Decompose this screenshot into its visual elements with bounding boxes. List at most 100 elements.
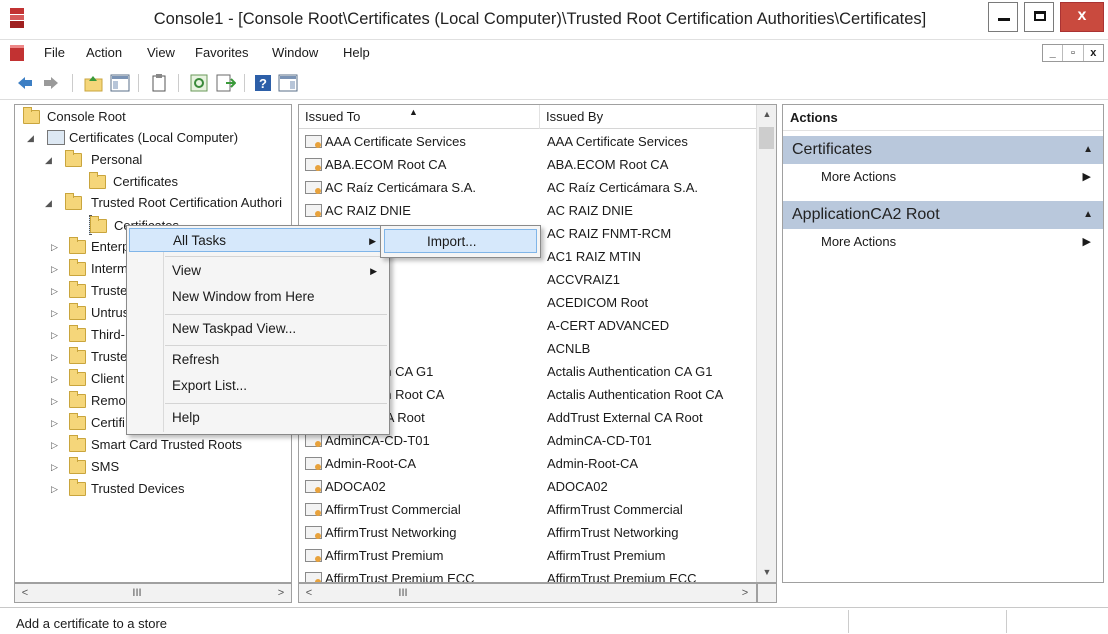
toolbar: ? (0, 66, 1108, 100)
expand-icon[interactable]: ▷ (51, 457, 61, 477)
mmc-app-icon[interactable] (10, 8, 24, 28)
menu-item-export-list[interactable]: Export List... (129, 374, 387, 398)
cell-issued-by: Actalis Authentication CA G1 (547, 364, 713, 379)
menu-item-label: All Tasks (173, 233, 227, 248)
maximize-button[interactable] (1024, 2, 1054, 32)
tree-label: Client (91, 371, 125, 386)
collapse-icon[interactable]: ◢ (45, 150, 55, 170)
scroll-down-arrow-icon[interactable]: ▼ (757, 567, 776, 577)
expand-icon[interactable]: ▷ (51, 281, 61, 301)
help-icon[interactable]: ? (254, 74, 272, 92)
menu-item-import[interactable]: Import... (384, 229, 537, 253)
properties-icon[interactable] (150, 74, 168, 92)
expand-icon[interactable]: ▷ (51, 325, 61, 345)
tree-horizontal-scrollbar[interactable]: < III > (14, 583, 292, 603)
scroll-right-arrow-icon[interactable]: > (273, 585, 289, 601)
actions-section-certificates[interactable]: Certificates ▲ (783, 136, 1103, 164)
expand-icon[interactable]: ▷ (51, 435, 61, 455)
more-actions-applicationca2-root[interactable]: More Actions ▶ (783, 230, 1103, 254)
expand-icon[interactable]: ▷ (51, 391, 61, 411)
table-row[interactable]: AAA Certificate Services AAA Certificate … (299, 130, 757, 153)
cell-issued-to: ADOCA02 (325, 479, 386, 494)
export-list-icon[interactable] (216, 74, 236, 92)
table-row[interactable]: ABA.ECOM Root CA ABA.ECOM Root CA (299, 153, 757, 176)
expand-icon[interactable]: ▷ (51, 259, 61, 279)
collapse-section-icon[interactable]: ▲ (1083, 201, 1093, 229)
more-actions-certificates[interactable]: More Actions ▶ (783, 165, 1103, 189)
actions-pane: Actions Certificates ▲ More Actions ▶ Ap… (782, 104, 1104, 583)
scroll-left-arrow-icon[interactable]: < (301, 585, 317, 601)
table-row[interactable]: AffirmTrust Networking AffirmTrust Networ… (299, 521, 757, 544)
status-bar: Add a certificate to a store (0, 607, 1108, 634)
expand-icon[interactable]: ▷ (51, 347, 61, 367)
scroll-right-arrow-icon[interactable]: > (737, 585, 753, 601)
toolbar-separator (72, 74, 73, 92)
up-folder-icon[interactable] (84, 74, 104, 92)
column-header-issued-to[interactable]: Issued To ▲ (299, 105, 539, 129)
all-tasks-submenu: Import... (380, 225, 541, 258)
scroll-left-arrow-icon[interactable]: < (17, 585, 33, 601)
section-title: Certificates (792, 141, 873, 158)
tree-item-trusted-root-certificates[interactable]: Certificates (89, 215, 179, 235)
cell-issued-by: A-CERT ADVANCED (547, 318, 670, 333)
mdi-minimize-button[interactable]: _ (1043, 45, 1064, 61)
menu-item-refresh[interactable]: Refresh (129, 348, 387, 372)
menu-separator (165, 314, 387, 315)
scroll-up-arrow-icon[interactable]: ▲ (757, 109, 776, 119)
menu-item-view[interactable]: View ▶ (129, 259, 387, 283)
tree-label: Certificates (113, 174, 179, 189)
collapse-section-icon[interactable]: ▲ (1083, 136, 1093, 164)
show-hide-tree-icon[interactable] (110, 74, 130, 92)
column-header-issued-by[interactable]: Issued By (540, 105, 756, 129)
close-button[interactable]: x (1060, 2, 1104, 32)
menu-help[interactable]: Help (343, 45, 370, 60)
scroll-thumb[interactable]: III (125, 585, 149, 601)
actions-section-applicationca2-root[interactable]: ApplicationCA2 Root ▲ (783, 201, 1103, 229)
table-row[interactable]: AffirmTrust Commercial AffirmTrust Commer… (299, 498, 757, 521)
list-horizontal-scrollbar[interactable]: < III > (298, 583, 757, 603)
folder-icon (89, 172, 106, 189)
menu-item-all-tasks[interactable]: All Tasks ▶ (129, 228, 387, 252)
back-icon[interactable] (16, 74, 34, 92)
menu-window[interactable]: Window (272, 45, 318, 60)
menu-file[interactable]: File (44, 45, 65, 60)
mdi-restore-button[interactable]: ▫ (1063, 45, 1084, 61)
table-row[interactable]: ADOCA02 ADOCA02 (299, 475, 757, 498)
table-row[interactable]: AffirmTrust Premium AffirmTrust Premium (299, 544, 757, 567)
action-label: More Actions (821, 234, 897, 249)
table-row[interactable]: Admin-Root-CA Admin-Root-CA (299, 452, 757, 475)
menu-item-new-taskpad-view[interactable]: New Taskpad View... (129, 317, 387, 341)
mdi-close-button[interactable]: x (1084, 45, 1103, 61)
table-row[interactable]: AC RAIZ DNIE AC RAIZ DNIE (299, 199, 757, 222)
expand-icon[interactable]: ▷ (51, 237, 61, 257)
certificate-icon (305, 503, 322, 516)
table-row[interactable]: AffirmTrust Premium ECC AffirmTrust Premi… (299, 567, 757, 582)
expand-icon[interactable]: ▷ (51, 413, 61, 433)
expand-icon[interactable]: ▷ (51, 303, 61, 323)
menu-action[interactable]: Action (86, 45, 122, 60)
expand-icon[interactable]: ▷ (51, 369, 61, 389)
menu-favorites[interactable]: Favorites (195, 45, 248, 60)
console-menu-icon[interactable] (10, 45, 24, 61)
tree-label: Certificates (Local Computer) (69, 130, 239, 145)
certificate-icon (305, 434, 322, 447)
scroll-thumb[interactable] (759, 127, 774, 149)
maximize-icon (1034, 11, 1046, 21)
list-vertical-scrollbar[interactable]: ▲ ▼ (756, 105, 776, 582)
scroll-thumb[interactable]: III (391, 585, 415, 601)
cell-issued-by: Actalis Authentication Root CA (547, 387, 724, 402)
collapse-icon[interactable]: ◢ (27, 128, 37, 148)
refresh-icon[interactable] (190, 74, 208, 92)
certificate-store-icon (47, 130, 65, 145)
tree-label: Trusted Devices (91, 481, 185, 496)
forward-icon[interactable] (42, 74, 60, 92)
table-row[interactable]: AC Raíz Certicámara S.A. AC Raíz Certicám… (299, 176, 757, 199)
certificate-icon (305, 158, 322, 171)
expand-icon[interactable]: ▷ (51, 479, 61, 499)
menu-item-new-window-from-here[interactable]: New Window from Here (129, 285, 387, 309)
minimize-button[interactable] (988, 2, 1018, 32)
show-hide-action-pane-icon[interactable] (278, 74, 298, 92)
menu-view[interactable]: View (147, 45, 175, 60)
collapse-icon[interactable]: ◢ (45, 193, 55, 213)
menu-item-help[interactable]: Help (129, 406, 387, 430)
